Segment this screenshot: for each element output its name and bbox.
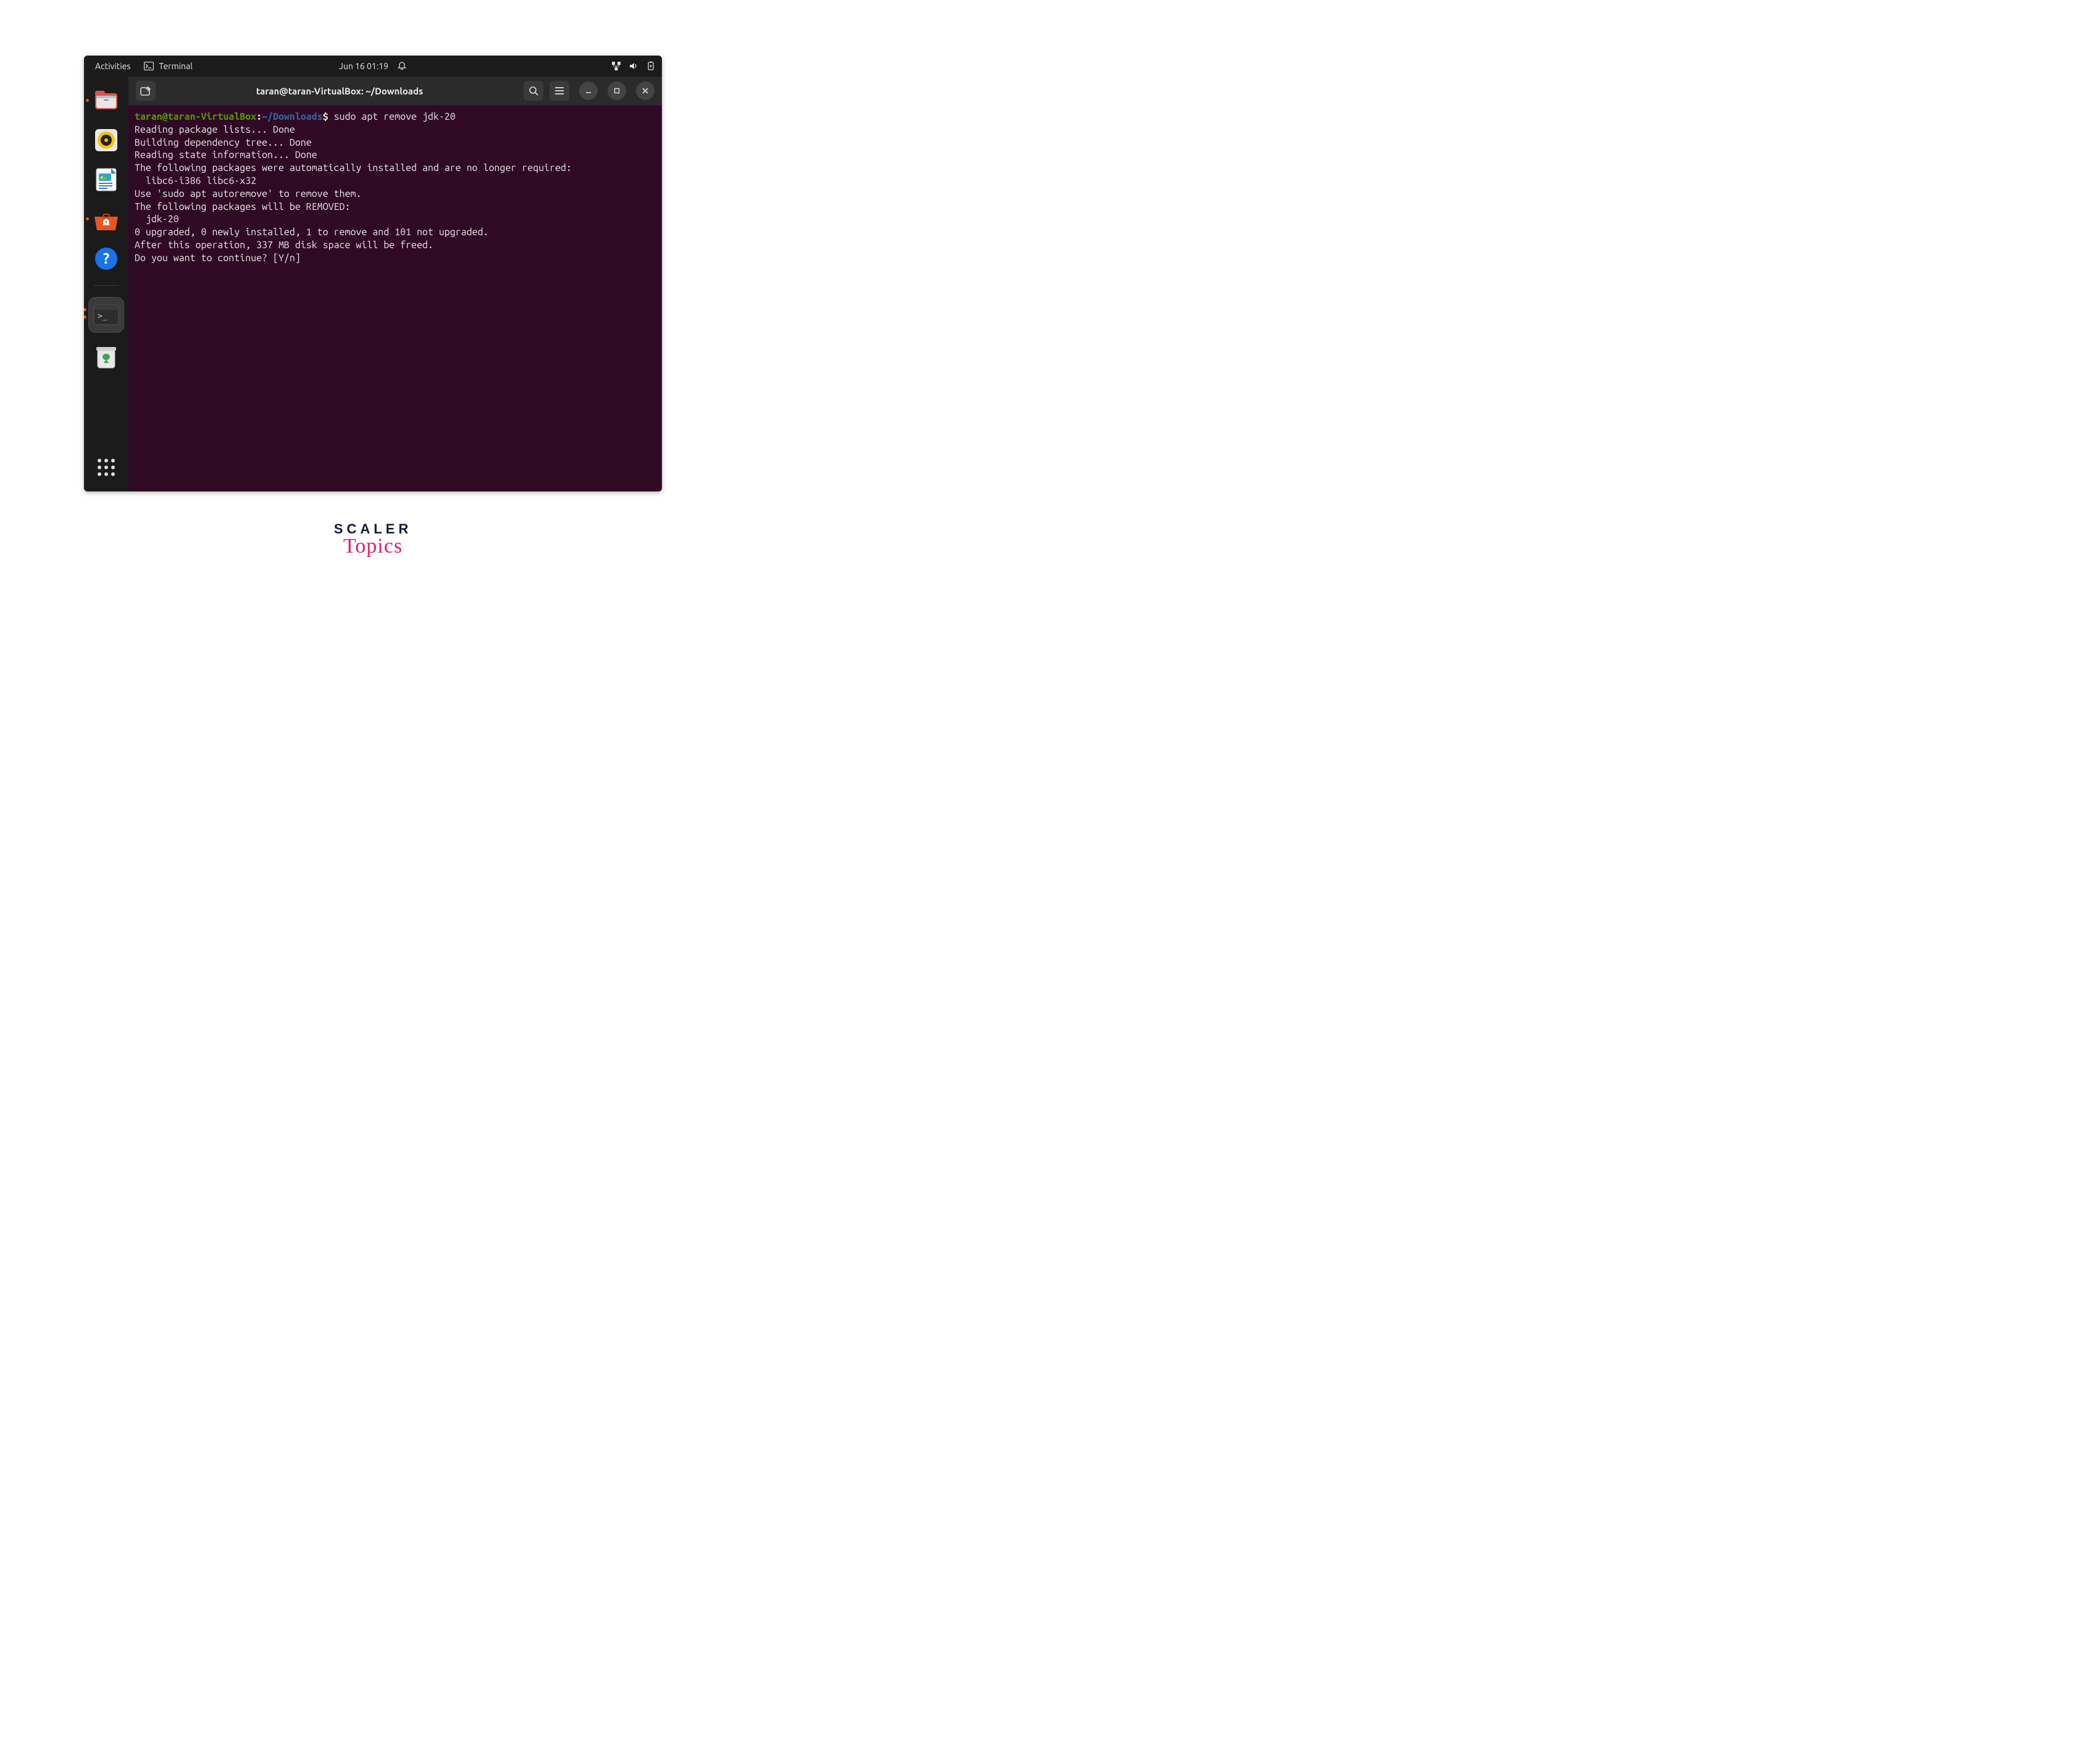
terminal-window: taran@taran-VirtualBox: ~/Downloads [128,77,662,491]
terminal-line: The following packages will be REMOVED: [135,201,656,214]
maximize-button[interactable] [608,82,626,100]
window-titlebar: taran@taran-VirtualBox: ~/Downloads [128,77,662,106]
search-icon [529,86,538,96]
watermark-line2: Topics [84,535,662,558]
terminal-line: Reading package lists... Done [135,123,656,136]
prompt-dollar: $ [323,111,328,122]
terminal-line: The following packages were automaticall… [135,162,656,175]
dock-item-ubuntu-software[interactable]: A [91,204,122,235]
dock-item-trash[interactable] [91,341,122,372]
notification-bell-icon[interactable] [397,61,407,71]
trash-icon [94,343,119,370]
minimize-icon [585,87,592,94]
terminal-icon: >_ [93,303,120,327]
dock-separator [94,285,119,286]
search-button[interactable] [524,81,543,101]
terminal-line: jdk-20 [135,213,656,226]
prompt-path: ~/Downloads [262,111,323,122]
scaler-topics-watermark: SCALER Topics [84,521,662,595]
dock-item-libreoffice-writer[interactable] [91,164,122,195]
terminal-small-icon [144,62,154,70]
new-tab-button[interactable] [136,81,156,101]
dock-item-show-apps[interactable] [91,452,122,483]
activities-button[interactable]: Activities [95,61,130,71]
hamburger-icon [554,86,564,95]
files-icon [93,87,120,114]
dock-item-rhythmbox[interactable] [91,125,122,156]
new-tab-icon [140,86,151,96]
terminal-line: 0 upgraded, 0 newly installed, 1 to remo… [135,226,656,239]
network-icon [611,61,621,71]
svg-text:>_: >_ [98,312,107,321]
dock-item-help[interactable]: ? [91,243,122,274]
maximize-icon [613,87,621,94]
terminal-line: Building dependency tree... Done [135,136,656,149]
terminal-line: libc6-i386 libc6-x32 [135,175,656,188]
terminal-line: Use 'sudo apt autoremove' to remove them… [135,188,656,201]
prompt-user: taran@taran-VirtualBox [135,111,256,122]
terminal-command: sudo apt remove jdk-20 [328,111,456,122]
terminal-line: Reading state information... Done [135,149,656,162]
dock-item-files[interactable] [91,85,122,116]
system-status-area[interactable] [611,61,656,71]
clock[interactable]: Jun 16 01:19 [339,61,388,71]
show-apps-icon [96,457,117,478]
svg-text:A: A [102,217,110,228]
gnome-top-bar: Activities Terminal Jun 16 01:19 [84,56,662,77]
volume-icon [629,61,638,71]
minimize-button[interactable] [579,82,598,100]
terminal-output[interactable]: taran@taran-VirtualBox:~/Downloads$ sudo… [128,106,662,491]
prompt-sep: : [256,111,262,122]
terminal-line: After this operation, 337 MB disk space … [135,239,656,252]
close-icon [642,87,649,94]
libreoffice-writer-icon [93,166,120,193]
ubuntu-software-icon: A [91,206,122,233]
terminal-line: Do you want to continue? [Y/n] [135,252,656,265]
hamburger-menu-button[interactable] [550,81,569,101]
close-button[interactable] [636,82,655,100]
active-app-indicator[interactable]: Terminal [144,61,193,71]
svg-text:?: ? [103,250,110,267]
active-app-name: Terminal [159,61,193,71]
help-icon: ? [93,245,120,272]
rhythmbox-icon [93,127,120,154]
window-title: taran@taran-VirtualBox: ~/Downloads [162,86,517,96]
dock-item-terminal[interactable]: >_ [88,297,124,333]
desktop-screenshot: Activities Terminal Jun 16 01:19 [84,56,662,491]
dock: A ? >_ [84,77,128,491]
power-battery-icon [646,61,656,71]
